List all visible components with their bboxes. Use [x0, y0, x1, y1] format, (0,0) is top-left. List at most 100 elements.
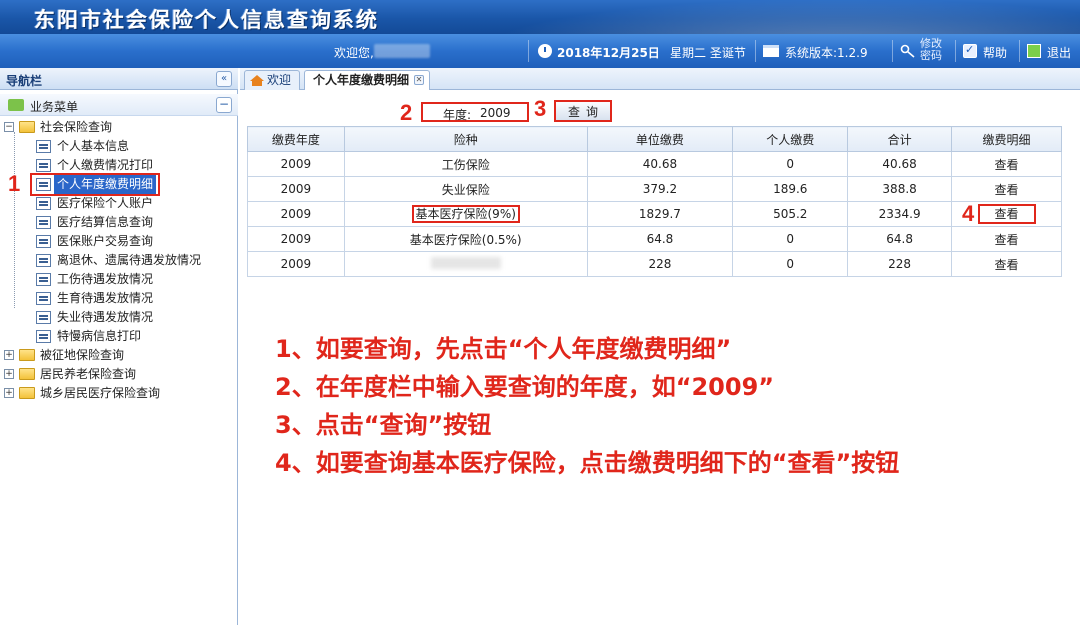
table-cell: 0	[732, 226, 849, 252]
table-cell: 228	[586, 251, 734, 277]
change-password-link[interactable]: 修改密码	[920, 38, 948, 62]
tree-node-label: 城乡居民医疗保险查询	[40, 386, 161, 400]
tree-node-label: 居民养老保险查询	[40, 367, 137, 381]
close-icon[interactable]: ✕	[414, 75, 424, 85]
table-cell: 0	[732, 251, 849, 277]
view-link[interactable]: 查看	[989, 154, 1025, 175]
help-icon[interactable]	[963, 43, 977, 58]
tab-annual-payment-detail[interactable]: 个人年度缴费明细 ✕	[304, 70, 430, 90]
sidebar-item-label: 特慢病信息打印	[57, 329, 142, 343]
column-header: 单位缴费	[586, 126, 734, 152]
table-row: 2009 失业保险 379.2 189.6 388.8 查看	[247, 176, 1062, 202]
blurred-username	[374, 44, 430, 58]
weekday-text: 星期二 圣诞节	[670, 46, 746, 60]
sidebar-item-medical-settlement[interactable]: 医疗结算信息查询	[0, 213, 238, 232]
key-icon[interactable]	[900, 44, 916, 58]
sidebar-item-label: 医保账户交易查询	[57, 234, 154, 248]
column-header: 合计	[847, 126, 953, 152]
sidebar-item-account-transactions[interactable]: 医保账户交易查询	[0, 232, 238, 251]
tree-node-resident-pension[interactable]: + 居民养老保险查询	[0, 365, 238, 384]
divider	[892, 40, 893, 62]
table-row: 2009 228 0 228 查看	[247, 251, 1062, 277]
collapse-nav-button[interactable]: «	[216, 71, 232, 87]
tree-node-resident-medical[interactable]: + 城乡居民医疗保险查询	[0, 384, 238, 403]
view-link[interactable]: 查看	[989, 179, 1025, 200]
table-cell: 基本医疗保险(0.5%)	[343, 226, 588, 252]
sidebar-item-label: 失业待遇发放情况	[57, 310, 154, 324]
instruction-line: 2、在年度栏中输入要查询的年度，如“2009”	[275, 373, 775, 401]
sidebar-item-annual-payment-detail[interactable]: 个人年度缴费明细	[0, 173, 238, 196]
collapse-node-icon[interactable]: −	[4, 122, 14, 132]
nav-header-label: 导航栏	[6, 74, 43, 88]
help-link[interactable]: 帮助	[983, 44, 1007, 61]
exit-link[interactable]: 退出	[1047, 44, 1071, 61]
title-decoration	[420, 0, 1080, 34]
table-cell: 查看	[951, 226, 1062, 252]
instruction-line: 1、如要查询，先点击“个人年度缴费明细”	[275, 335, 732, 363]
table-cell: 0	[732, 151, 849, 177]
document-icon	[36, 330, 51, 343]
table-cell: 2334.9	[847, 201, 953, 227]
business-menu-header[interactable]: 业务菜单 −	[0, 94, 238, 116]
tree-node-social-insurance[interactable]: − 社会保险查询	[0, 118, 238, 137]
table-row: 2009 基本医疗保险(9%) 1829.7 505.2 2334.9 4 查看	[247, 201, 1062, 227]
menu-folder-icon	[8, 99, 24, 111]
sidebar-item-label: 生育待遇发放情况	[57, 291, 154, 305]
sidebar-item-label: 医疗结算信息查询	[57, 215, 154, 229]
sidebar-item-retirement-benefits[interactable]: 离退休、遗属待遇发放情况	[0, 251, 238, 270]
sidebar-item-chronic-disease-print[interactable]: 特慢病信息打印	[0, 327, 238, 346]
divider	[955, 40, 956, 62]
instruction-text: 1、如要查询，先点击“个人年度缴费明细” 2、在年度栏中输入要查询的年度，如“2…	[275, 330, 1065, 482]
table-row: 2009 基本医疗保险(0.5%) 64.8 0 64.8 查看	[247, 226, 1062, 252]
sidebar-item-label: 离退休、遗属待遇发放情况	[57, 253, 202, 267]
nav-header: 导航栏 «	[0, 68, 238, 90]
sidebar-item-medical-account[interactable]: 医疗保险个人账户	[0, 194, 238, 213]
divider	[1019, 40, 1020, 62]
table-cell: 4 查看	[951, 201, 1062, 227]
view-link-highlighted[interactable]: 查看	[977, 204, 1036, 224]
payment-detail-table: 缴费年度 险种 单位缴费 个人缴费 合计 缴费明细 2009 工伤保险 40.6…	[247, 126, 1062, 277]
document-icon	[36, 216, 51, 229]
view-link[interactable]: 查看	[989, 229, 1025, 250]
sidebar-item-injury-benefits[interactable]: 工伤待遇发放情况	[0, 270, 238, 289]
clock-icon	[538, 44, 552, 58]
table-cell: 2009	[247, 151, 345, 177]
document-icon	[36, 197, 51, 210]
exit-icon[interactable]	[1027, 44, 1041, 58]
document-icon	[36, 235, 51, 248]
table-cell: 189.6	[732, 176, 849, 202]
column-header: 缴费年度	[247, 126, 345, 152]
collapse-menu-button[interactable]: −	[216, 97, 232, 113]
blurred-insurance-type	[430, 256, 501, 269]
table-cell: 2009	[247, 201, 345, 227]
year-input[interactable]	[480, 105, 526, 120]
step-1-marker: 1	[8, 171, 21, 196]
divider	[755, 40, 756, 62]
year-label: 年度:	[443, 108, 472, 122]
view-link[interactable]: 查看	[989, 254, 1025, 275]
navigation-panel: 导航栏 « 业务菜单 − − 社会保险查询 个人基本信息 个人缴费情况打印 个人…	[0, 68, 238, 625]
sidebar-item-personal-info[interactable]: 个人基本信息	[0, 137, 238, 156]
expand-node-icon[interactable]: +	[4, 369, 14, 379]
expand-node-icon[interactable]: +	[4, 350, 14, 360]
tree-node-land-acquisition[interactable]: + 被征地保险查询	[0, 346, 238, 365]
document-icon	[36, 311, 51, 324]
query-bar: 2 年度: 3 查询	[240, 98, 1080, 124]
table-header-row: 缴费年度 险种 单位缴费 个人缴费 合计 缴费明细	[247, 126, 1062, 152]
column-header: 缴费明细	[951, 126, 1062, 152]
table-cell: 64.8	[586, 226, 734, 252]
column-header: 个人缴费	[732, 126, 849, 152]
sidebar-item-unemployment-benefits[interactable]: 失业待遇发放情况	[0, 308, 238, 327]
folder-icon	[19, 349, 35, 361]
expand-node-icon[interactable]: +	[4, 388, 14, 398]
tree-node-label: 社会保险查询	[40, 120, 113, 134]
table-cell: 查看	[951, 151, 1062, 177]
query-button[interactable]: 查询	[554, 100, 612, 122]
document-icon	[36, 292, 51, 305]
tab-welcome[interactable]: 欢迎	[244, 70, 300, 90]
document-icon	[36, 140, 51, 153]
sidebar-item-maternity-benefits[interactable]: 生育待遇发放情况	[0, 289, 238, 308]
folder-open-icon	[19, 121, 35, 133]
tab-label: 个人年度缴费明细	[313, 73, 410, 87]
sidebar-item-label: 工伤待遇发放情况	[57, 272, 154, 286]
